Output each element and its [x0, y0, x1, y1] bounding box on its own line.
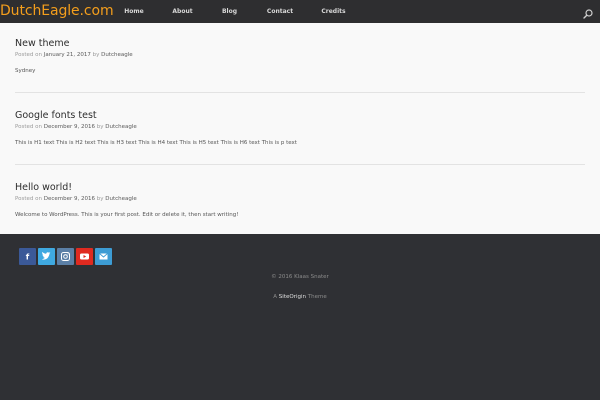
post-meta-by: by [96, 124, 104, 130]
post-meta: Posted on January 21, 2017 by Dutcheagle [15, 51, 585, 59]
credit-prefix: A [273, 294, 278, 300]
post-meta-prefix: Posted on [15, 124, 42, 130]
site-footer: f © 2016 Klaas Snater A SiteOrigin Theme [0, 234, 600, 400]
post-title[interactable]: New theme [15, 38, 585, 50]
post-excerpt: Welcome to WordPress. This is your first… [15, 212, 239, 218]
post-meta-prefix: Posted on [15, 52, 42, 58]
post-date-link[interactable]: December 9, 2016 [44, 196, 95, 202]
post-item: New theme Posted on January 21, 2017 by … [15, 38, 585, 75]
siteorigin-link[interactable]: SiteOrigin [279, 294, 306, 300]
nav-item-about[interactable]: About [170, 0, 195, 23]
nav-item-contact[interactable]: Contact [264, 0, 296, 23]
youtube-icon[interactable] [76, 248, 93, 265]
post-author-link[interactable]: Dutcheagle [101, 52, 133, 58]
nav-item-home[interactable]: Home [122, 0, 146, 23]
email-icon[interactable] [95, 248, 112, 265]
post-meta: Posted on December 9, 2016 by Dutcheagle [15, 123, 585, 131]
post-item: Hello world! Posted on December 9, 2016 … [15, 182, 585, 219]
post-list: New theme Posted on January 21, 2017 by … [0, 23, 600, 234]
theme-credit: A SiteOrigin Theme [0, 294, 600, 300]
post-divider [15, 92, 585, 93]
post-author-link[interactable]: Dutcheagle [105, 196, 137, 202]
post-meta-by: by [92, 52, 100, 58]
svg-text:f: f [26, 253, 30, 262]
top-navbar: DutchEagle.com Home About Blog Contact C… [0, 0, 600, 23]
nav-item-blog[interactable]: Blog [219, 0, 240, 23]
post-date-link[interactable]: January 21, 2017 [44, 52, 91, 58]
search-icon[interactable] [582, 5, 594, 19]
credit-suffix: Theme [307, 294, 327, 300]
site-logo[interactable]: DutchEagle.com [0, 0, 114, 23]
copyright-text: © 2016 Klaas Snater [271, 274, 329, 280]
post-meta-prefix: Posted on [15, 196, 42, 202]
post-excerpt: This is H1 text This is H2 text This is … [15, 140, 297, 146]
facebook-icon[interactable]: f [19, 248, 36, 265]
post-date-link[interactable]: December 9, 2016 [44, 124, 95, 130]
post-author-link[interactable]: Dutcheagle [105, 124, 137, 130]
twitter-icon[interactable] [38, 248, 55, 265]
post-title[interactable]: Google fonts test [15, 110, 585, 122]
post-excerpt: Sydney [15, 68, 36, 74]
instagram-icon[interactable] [57, 248, 74, 265]
post-meta: Posted on December 9, 2016 by Dutcheagle [15, 195, 585, 203]
post-title[interactable]: Hello world! [15, 182, 585, 194]
post-item: Google fonts test Posted on December 9, … [15, 110, 585, 147]
post-meta-by: by [96, 196, 104, 202]
post-divider [15, 164, 585, 165]
nav-item-credits[interactable]: Credits [319, 0, 348, 23]
